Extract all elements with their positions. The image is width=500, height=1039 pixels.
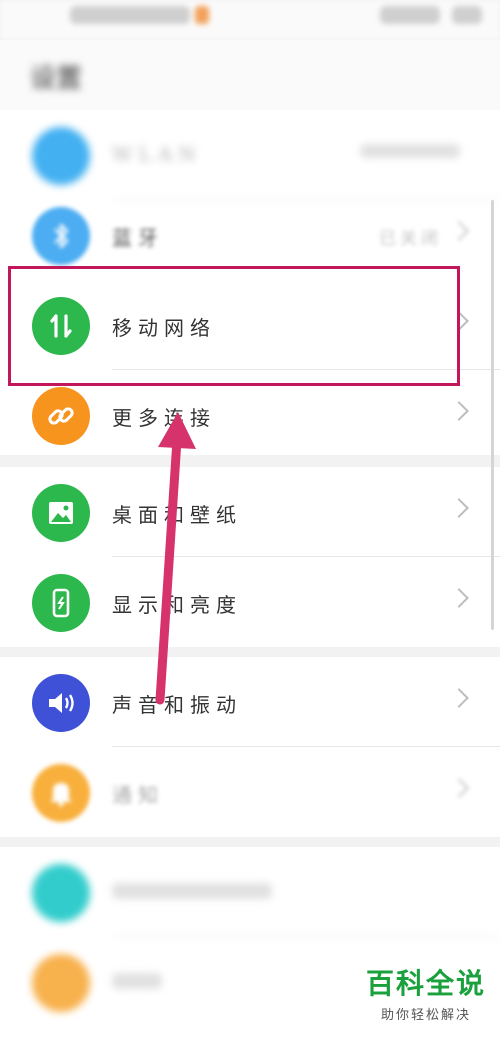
annotation-arrow bbox=[155, 412, 196, 705]
watermark: 百科全说 助你轻松解决 bbox=[366, 962, 486, 1023]
watermark-subtitle: 助你轻松解决 bbox=[380, 1008, 471, 1023]
watermark-title: 百科全说 bbox=[365, 967, 486, 1000]
